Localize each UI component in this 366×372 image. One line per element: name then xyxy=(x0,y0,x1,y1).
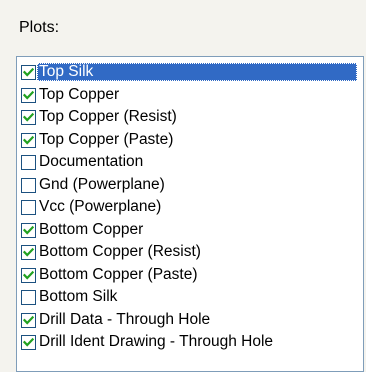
plot-checkbox[interactable] xyxy=(21,335,36,350)
plot-item-label: Gnd (Powerplane) xyxy=(39,175,165,193)
plot-checkbox[interactable] xyxy=(21,87,36,103)
plot-item-label: Drill Ident Drawing - Through Hole xyxy=(39,333,274,350)
plot-checkbox[interactable] xyxy=(21,65,36,80)
checkmark-icon xyxy=(23,67,34,77)
plot-item-label: Bottom Silk xyxy=(39,288,118,305)
plot-checkbox[interactable] xyxy=(21,200,36,215)
plot-list-item[interactable]: Drill Data - Through Hole xyxy=(17,310,363,333)
plot-checkbox[interactable] xyxy=(21,245,36,260)
plot-list-item[interactable]: Bottom Silk xyxy=(17,287,363,310)
plot-list-item[interactable]: Bottom Copper (Resist) xyxy=(17,242,363,265)
plot-list-item[interactable]: Documentation xyxy=(17,152,363,175)
checkmark-icon xyxy=(23,90,34,100)
plot-list-item[interactable]: Top Copper xyxy=(17,85,363,108)
plot-checkbox[interactable] xyxy=(21,177,36,193)
plot-list-item[interactable]: Bottom Copper (Paste) xyxy=(17,265,363,288)
plot-list-item[interactable]: Bottom Copper xyxy=(17,220,363,243)
plot-list-item[interactable]: Top Copper (Resist) xyxy=(17,107,363,130)
checkmark-icon xyxy=(23,337,34,347)
plot-list-item[interactable]: Top Copper (Paste) xyxy=(17,130,363,153)
checkmark-icon xyxy=(23,247,34,257)
plots-checklist[interactable]: Top Silk Top Copper Top Copper (Resist) Top… xyxy=(16,56,364,372)
plot-item-label: Drill Data - Through Hole xyxy=(39,310,211,328)
plot-checkbox[interactable] xyxy=(21,312,36,328)
checkmark-icon xyxy=(23,270,34,280)
checkmark-icon xyxy=(23,315,34,325)
checkmark-icon xyxy=(23,112,34,122)
plots-list: Top Silk Top Copper Top Copper (Resist) Top… xyxy=(17,62,363,355)
plot-list-item[interactable]: Gnd (Powerplane) xyxy=(17,175,363,198)
plot-checkbox[interactable] xyxy=(21,110,36,125)
plot-checkbox[interactable] xyxy=(21,267,36,283)
plot-list-item[interactable]: Top Silk xyxy=(17,62,363,85)
plot-item-label: Bottom Copper (Resist) xyxy=(39,243,201,260)
plots-group-label: Plots: xyxy=(19,19,60,36)
plot-item-label: Top Silk xyxy=(37,63,357,81)
plot-item-label: Top Copper (Resist) xyxy=(39,108,177,125)
plot-list-item[interactable]: Vcc (Powerplane) xyxy=(17,197,363,220)
plot-item-label: Bottom Copper (Paste) xyxy=(39,265,198,283)
plot-item-label: Top Copper (Paste) xyxy=(39,130,174,148)
plot-item-label: Top Copper xyxy=(39,85,120,103)
plot-checkbox[interactable] xyxy=(21,222,36,238)
plot-item-label: Bottom Copper xyxy=(39,220,144,238)
plot-item-label: Documentation xyxy=(39,153,144,170)
plot-item-label: Vcc (Powerplane) xyxy=(39,198,162,215)
plot-checkbox[interactable] xyxy=(21,290,36,305)
checkmark-icon xyxy=(23,135,34,145)
plot-list-item[interactable]: Drill Ident Drawing - Through Hole xyxy=(17,332,363,355)
checkmark-icon xyxy=(23,225,34,235)
plot-checkbox[interactable] xyxy=(21,155,36,170)
plot-checkbox[interactable] xyxy=(21,132,36,148)
